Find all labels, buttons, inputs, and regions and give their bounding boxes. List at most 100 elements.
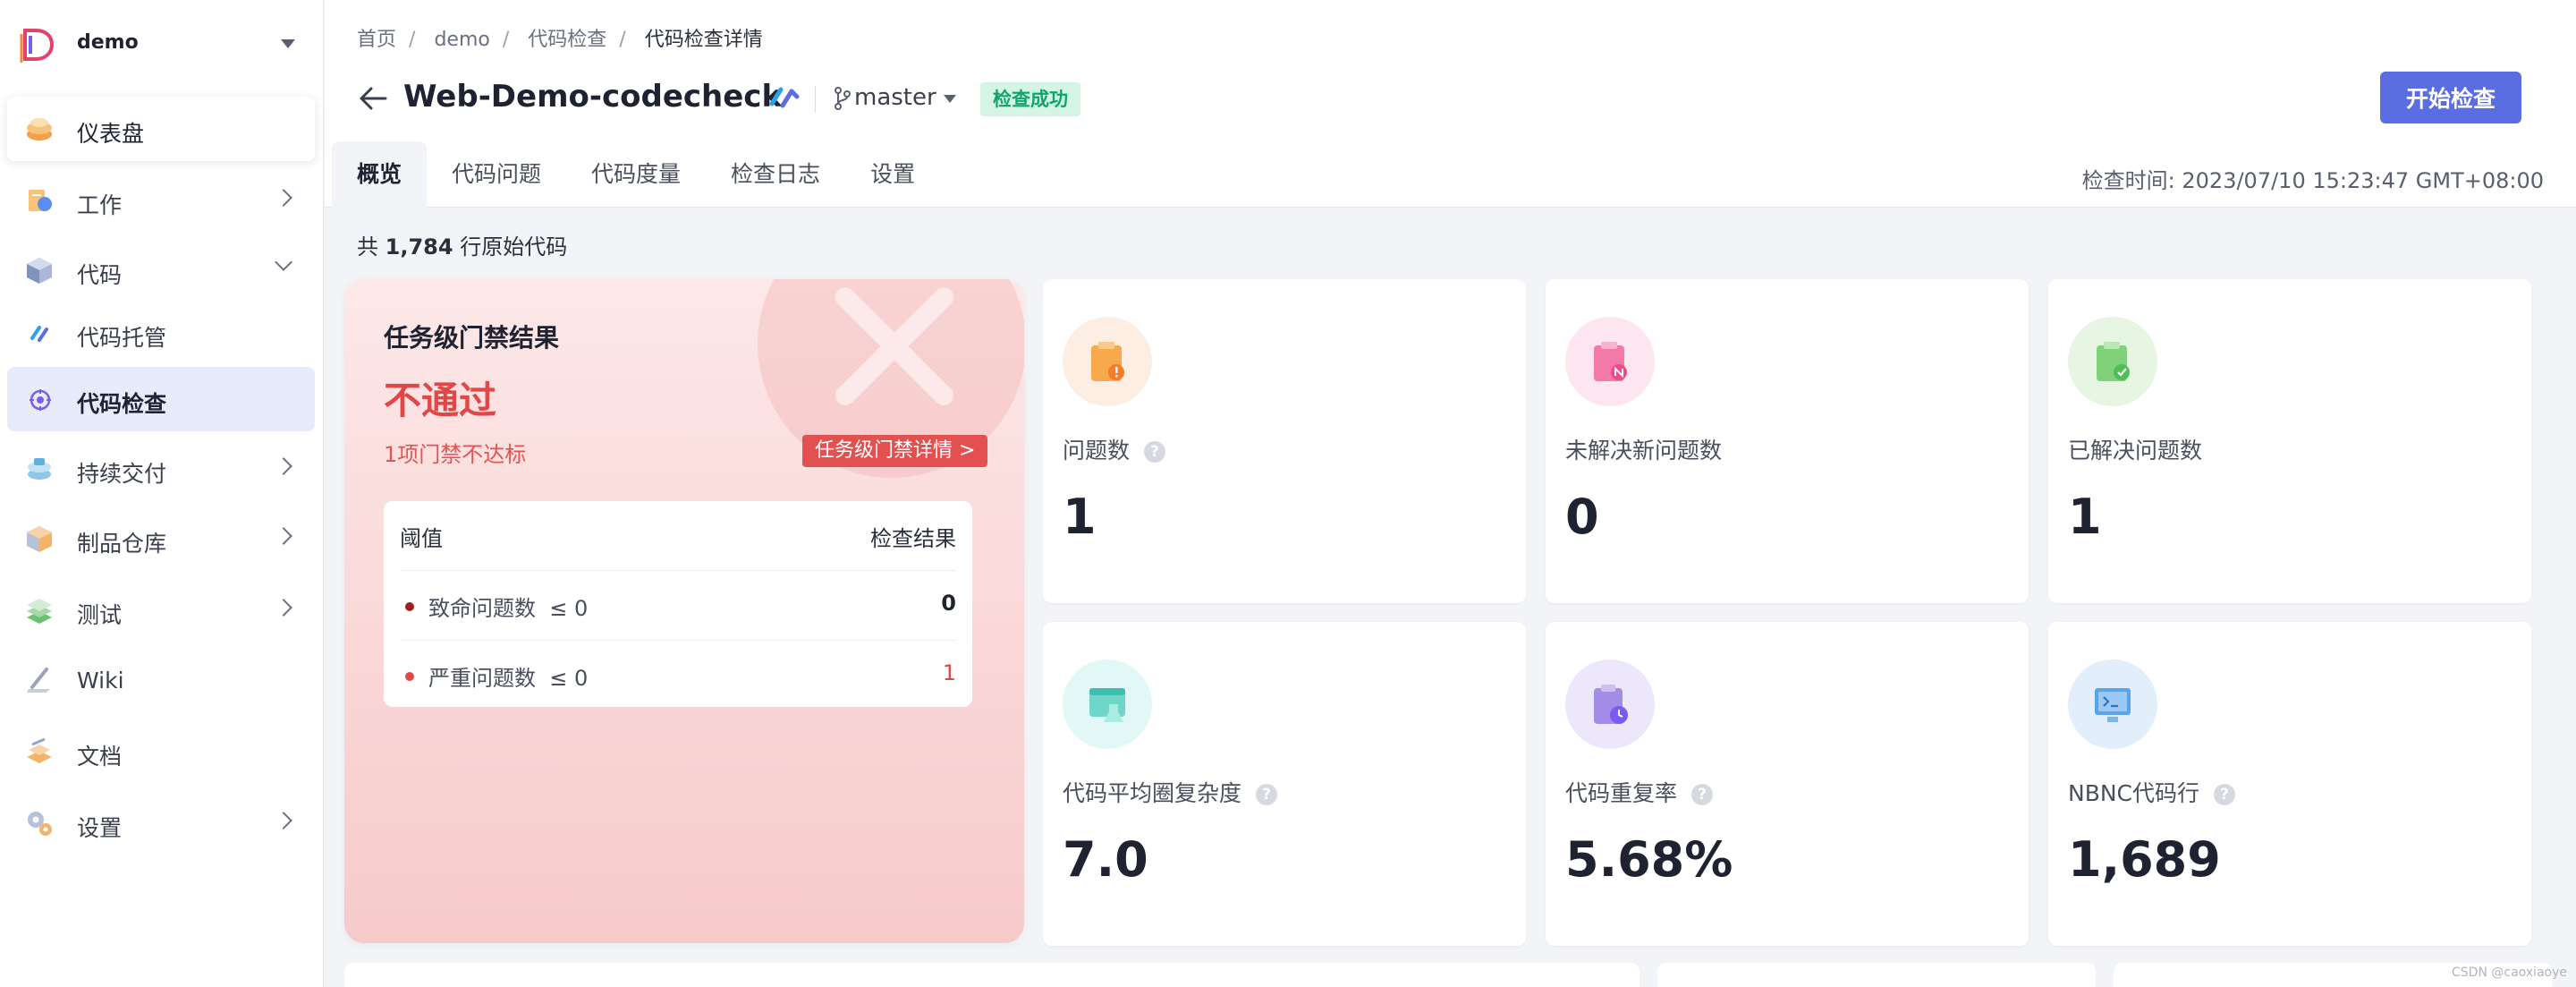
gate-summary: 1项门禁不达标 [384,442,527,467]
breadcrumb-separator: / [502,29,510,51]
code-hosting-icon [30,326,48,342]
sidebar-item-label: 代码 [77,262,123,288]
sidebar-item-label: 代码托管 [77,325,167,351]
sidebar-item-code[interactable]: 代码 [7,238,315,302]
gate-title: 任务级门禁结果 [384,323,560,353]
rule-value: 1 [942,660,956,685]
tab-code-issues[interactable]: 代码问题 [427,141,566,208]
start-check-button[interactable]: 开始检查 [2380,72,2521,123]
dashboard-icon [27,118,52,140]
metric-label: NBNC代码行? [2068,776,2236,808]
chevron-right-icon [275,189,292,207]
sidebar-item-continuous-delivery[interactable]: 持续交付 [7,437,315,501]
code-cube-icon [27,258,52,284]
help-icon[interactable]: ? [1256,784,1278,805]
tab-check-log[interactable]: 检查日志 [706,141,845,208]
sidebar-item-code-hosting[interactable]: 代码托管 [7,301,315,365]
gate-result-card: 任务级门禁结果 不通过 1项门禁不达标 任务级门禁详情 > 阈值 检查结果 致命… [344,279,1024,943]
help-icon[interactable]: ? [1144,441,1166,463]
help-icon[interactable]: ? [1691,784,1714,805]
sidebar-item-settings[interactable]: 设置 [7,791,315,855]
metric-label: 已解决问题数 [2068,438,2203,464]
metric-card-nbnc-lines[interactable]: NBNC代码行? 1,689 [2048,622,2531,946]
metric-value: 1 [2068,489,2102,545]
breadcrumb-current: 代码检查详情 [644,29,763,51]
line-count-summary: 共 1,784 行原始代码 [357,229,567,260]
metric-label: 问题数? [1063,433,1166,465]
sidebar-item-label: 设置 [77,815,123,841]
metric-card-unresolved-new[interactable]: 未解决新问题数 0 [1546,279,2029,603]
metric-label-text: 代码重复率 [1565,780,1678,806]
metric-card-complexity[interactable]: 代码平均圈复杂度? 7.0 [1043,622,1526,946]
metric-value: 5.68% [1565,831,1733,888]
delivery-icon [28,458,51,480]
watermark: CSDN @caoxiaoye [2452,966,2567,980]
table-row: 严重问题数 ≤ 0 1 [400,641,956,710]
rule-threshold: ≤ 0 [549,596,589,621]
sidebar-item-label: 仪表盘 [77,121,145,147]
sidebar-item-work[interactable]: 工作 [7,168,315,233]
bottom-card [1657,963,2096,987]
gate-result: 不通过 [384,379,497,422]
gate-table-header: 阈值 检查结果 [400,501,956,571]
tab-overview[interactable]: 概览 [332,141,428,208]
sidebar-item-test[interactable]: 测试 [7,578,315,642]
gate-detail-button[interactable]: 任务级门禁详情 > [802,435,988,467]
sidebar-item-wiki[interactable]: Wiki [7,648,315,712]
rule-value: 0 [941,591,956,616]
breadcrumb-separator: / [619,29,626,51]
issues-clipboard-icon [1063,317,1152,406]
metric-card-resolved[interactable]: 已解决问题数 1 [2048,279,2531,603]
project-switcher[interactable]: demo [0,0,324,88]
settings-gear-icon [28,812,52,836]
devcloud-logo-icon [20,29,55,63]
metric-value: 7.0 [1063,831,1148,888]
breadcrumb-code-check[interactable]: 代码检查 [528,29,606,51]
sidebar-item-label: 文档 [77,744,123,770]
severity-dot [405,672,414,681]
sidebar-item-code-check[interactable]: 代码检查 [7,367,315,431]
line-count-prefix: 共 [357,234,386,260]
sidebar-item-label: 持续交付 [77,461,167,487]
duplication-clock-icon [1565,659,1655,749]
project-name: demo [77,31,139,54]
metric-label: 代码重复率? [1565,776,1714,808]
tab-bar: 概览 代码问题 代码度量 检查日志 设置 [332,141,940,208]
metric-label-text: NBNC代码行 [2068,780,2200,806]
help-icon[interactable]: ? [2214,784,2236,805]
sidebar-item-label: 制品仓库 [77,531,167,557]
gate-rule: 致命问题数 ≤ 0 [428,591,588,622]
rule-threshold: ≤ 0 [549,666,589,691]
breadcrumb-home[interactable]: 首页 [357,29,396,51]
code-hosting-icon[interactable] [767,82,801,113]
check-time: 检查时间: 2023/07/10 15:23:47 GMT+08:00 [2081,168,2544,193]
resolved-clipboard-icon [2068,317,2157,406]
column-header-result: 检查结果 [870,526,956,551]
wiki-icon [27,668,50,693]
tab-code-metrics[interactable]: 代码度量 [566,141,706,208]
sidebar-item-artifact-repo[interactable]: 制品仓库 [7,506,315,571]
metric-card-issues[interactable]: 问题数? 1 [1043,279,1526,603]
gate-table: 阈值 检查结果 致命问题数 ≤ 0 0 严重问题数 ≤ 0 1 [384,501,972,707]
branch-selector[interactable]: master [854,84,936,111]
chevron-down-icon[interactable] [281,39,295,48]
tab-settings[interactable]: 设置 [845,141,940,208]
sidebar-item-docs[interactable]: 文档 [7,719,315,784]
back-arrow-icon[interactable] [355,82,391,115]
metric-value: 1,689 [2068,831,2221,888]
new-issue-clipboard-icon [1565,317,1655,406]
work-icon [29,190,52,211]
column-header-threshold: 阈值 [400,526,443,551]
metric-card-duplication[interactable]: 代码重复率? 5.68% [1546,622,2029,946]
chevron-down-icon[interactable] [944,95,956,103]
fail-x-icon [835,287,953,405]
artifact-box-icon [27,526,52,552]
sidebar-item-dashboard[interactable]: 仪表盘 [7,97,315,161]
line-count-value: 1,784 [385,234,453,260]
table-row: 致命问题数 ≤ 0 0 [400,571,956,641]
breadcrumb-project[interactable]: demo [434,29,489,51]
divider [815,86,816,113]
status-badge: 检查成功 [980,82,1080,116]
terminal-monitor-icon [2068,659,2157,749]
rule-name: 严重问题数 [428,666,536,691]
